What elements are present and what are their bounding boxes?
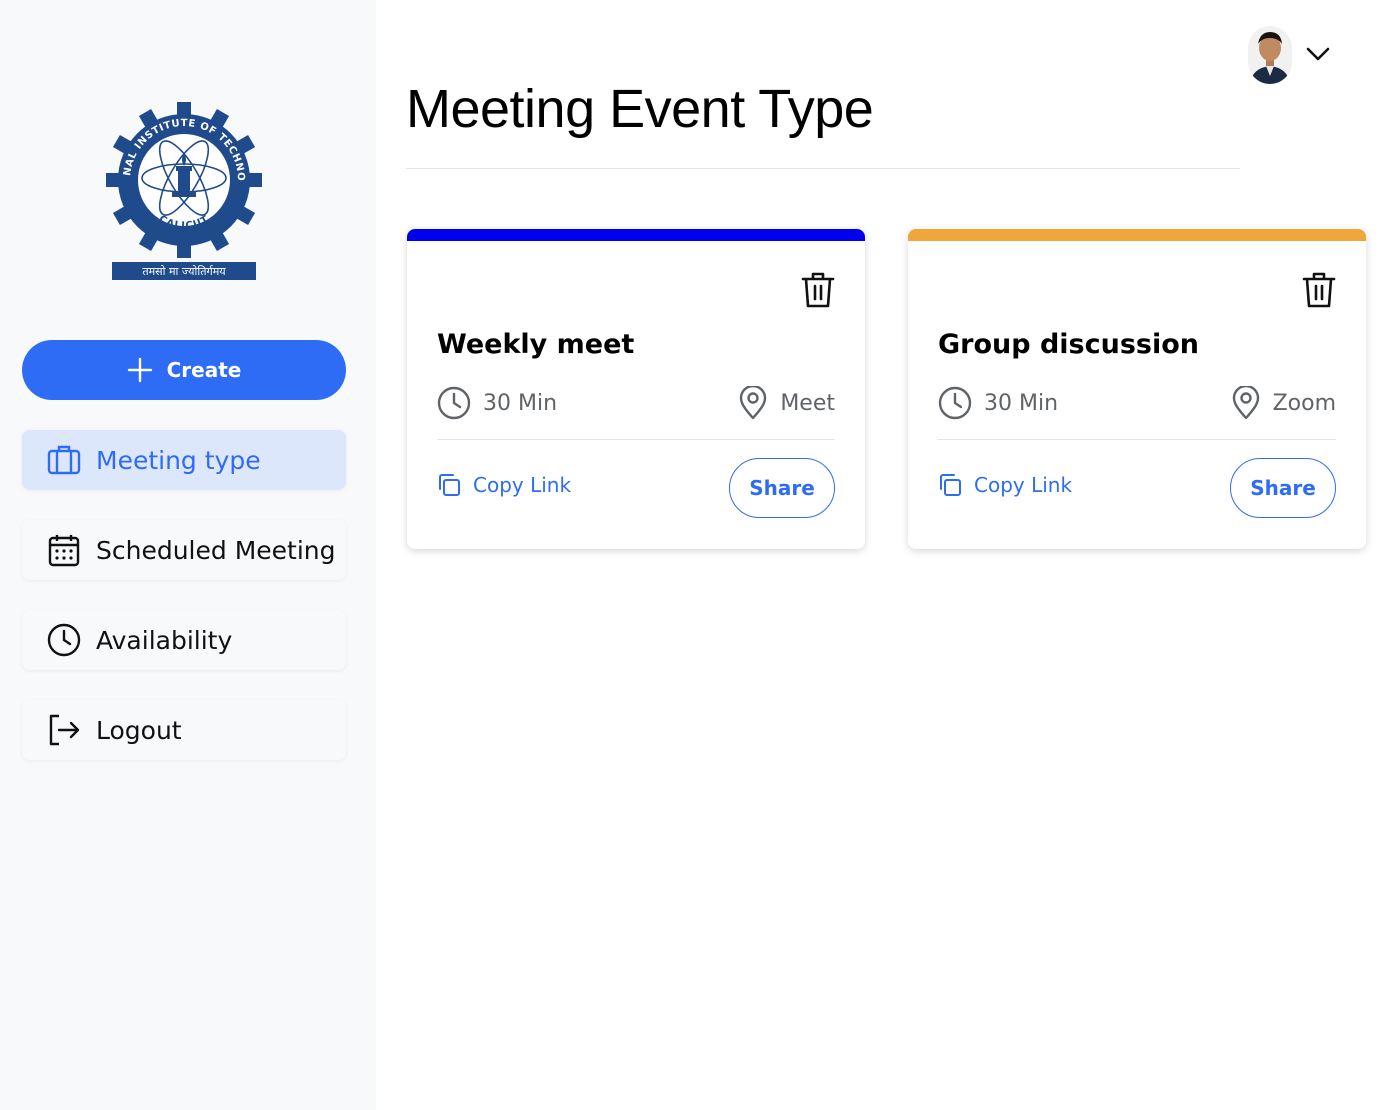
create-button-label: Create: [166, 358, 242, 382]
card-accent-bar: [407, 229, 865, 241]
plus-icon: [127, 357, 152, 383]
institute-logo: NATIONAL INSTITUTE OF TECHNOLOGY CALICUT…: [101, 92, 262, 282]
location-pin-icon: [740, 386, 767, 420]
create-button[interactable]: Create: [22, 340, 346, 400]
briefcase-icon: [46, 442, 82, 478]
event-card: Weekly meet 30 Min Meet Copy Link Share: [407, 229, 865, 549]
sidebar: NATIONAL INSTITUTE OF TECHNOLOGY CALICUT…: [0, 0, 376, 1110]
location-pin-icon: [1232, 386, 1259, 420]
event-meta: 30 Min Zoom: [938, 385, 1336, 421]
copy-icon: [940, 474, 961, 496]
logout-icon: [46, 712, 82, 748]
sidebar-item-meeting-type[interactable]: Meeting type: [22, 430, 346, 490]
sidebar-item-label: Logout: [96, 715, 182, 745]
event-duration: 30 Min: [984, 390, 1059, 416]
event-meta: 30 Min Meet: [437, 385, 835, 421]
chevron-down-icon[interactable]: [1304, 40, 1332, 68]
divider: [437, 439, 835, 440]
user-avatar[interactable]: [1248, 26, 1292, 84]
trash-icon[interactable]: [1302, 271, 1336, 309]
trash-icon[interactable]: [801, 271, 835, 309]
card-accent-bar: [908, 229, 1366, 241]
clock-icon: [437, 386, 471, 420]
copy-link-label: Copy Link: [974, 473, 1073, 497]
clock-icon: [46, 622, 82, 658]
sidebar-item-logout[interactable]: Logout: [22, 700, 346, 760]
sidebar-item-label: Meeting type: [96, 445, 261, 475]
divider: [406, 168, 1240, 169]
event-location: Zoom: [1272, 390, 1336, 416]
copy-link-button[interactable]: Copy Link: [938, 473, 1072, 497]
logo-motto: तमसो मा ज्योतिर्गमय: [142, 265, 226, 278]
sidebar-item-label: Scheduled Meeting: [96, 535, 336, 565]
copy-link-label: Copy Link: [473, 473, 572, 497]
sidebar-item-label: Availability: [96, 625, 233, 655]
copy-icon: [439, 474, 460, 496]
sidebar-item-scheduled-meeting[interactable]: Scheduled Meeting: [22, 520, 346, 580]
event-name: Weekly meet: [437, 329, 635, 360]
event-name: Group discussion: [938, 329, 1200, 360]
share-button[interactable]: Share: [1230, 458, 1336, 518]
share-button[interactable]: Share: [729, 458, 835, 518]
calendar-icon: [46, 532, 82, 568]
event-location: Meet: [780, 390, 835, 416]
page-title: Meeting Event Type: [406, 79, 874, 139]
event-card: Group discussion 30 Min Zoom Copy Link S…: [908, 229, 1366, 549]
clock-icon: [938, 386, 972, 420]
copy-link-button[interactable]: Copy Link: [437, 473, 571, 497]
event-duration: 30 Min: [483, 390, 558, 416]
divider: [938, 439, 1336, 440]
sidebar-item-availability[interactable]: Availability: [22, 610, 346, 670]
